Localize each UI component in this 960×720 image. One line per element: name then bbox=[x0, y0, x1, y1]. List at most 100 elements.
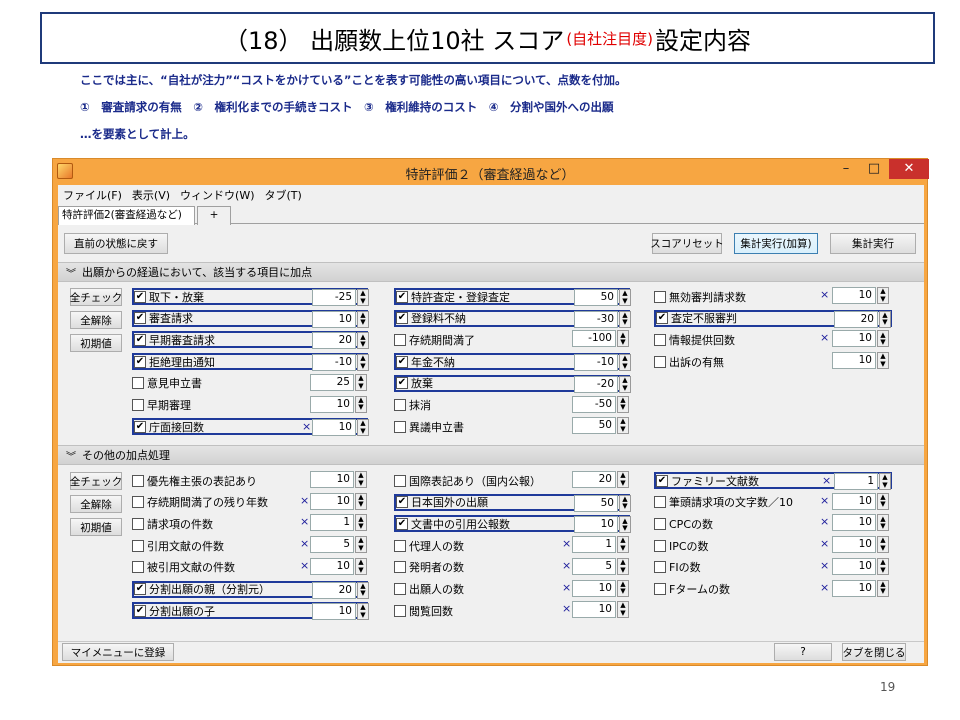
score-value-input[interactable]: 25 bbox=[310, 373, 354, 391]
spin-arrows-icon[interactable]: ▲ ▼ bbox=[617, 330, 629, 348]
item-checkbox[interactable] bbox=[654, 333, 666, 346]
item-checkbox[interactable]: ✔ bbox=[134, 290, 146, 303]
spin-arrows-icon[interactable]: ▲ ▼ bbox=[617, 395, 629, 413]
spin-arrows-icon[interactable]: ▲ ▼ bbox=[877, 579, 889, 597]
score-value-input[interactable]: 5 bbox=[310, 536, 354, 554]
score-reset-button[interactable]: スコアリセット bbox=[650, 233, 724, 254]
item-checkbox[interactable]: ✔ bbox=[656, 312, 668, 325]
item-checkbox[interactable] bbox=[132, 474, 144, 487]
section-other-header[interactable]: ︾ その他の加点処理 bbox=[58, 445, 924, 465]
menu-tab[interactable]: タブ(T) bbox=[260, 187, 307, 203]
score-value-input[interactable]: 20 bbox=[572, 471, 616, 488]
defaults-button[interactable]: 初期値 bbox=[70, 518, 122, 536]
score-value-input[interactable]: -25 bbox=[312, 289, 356, 306]
item-checkbox[interactable] bbox=[654, 539, 666, 552]
score-value-input[interactable]: 10 bbox=[312, 419, 356, 437]
score-value-input[interactable]: -100 bbox=[572, 330, 616, 348]
item-checkbox[interactable]: ✔ bbox=[134, 355, 146, 368]
spin-arrows-icon[interactable]: ▲ ▼ bbox=[357, 354, 369, 372]
score-value-input[interactable]: 10 bbox=[832, 536, 876, 554]
item-checkbox[interactable] bbox=[654, 290, 666, 303]
uncheck-all-button[interactable]: 全解除 bbox=[70, 495, 122, 513]
spin-arrows-icon[interactable]: ▲ ▼ bbox=[617, 601, 629, 619]
restore-previous-button[interactable]: 直前の状態に戻す bbox=[64, 233, 168, 254]
menu-window[interactable]: ウィンドウ(W) bbox=[175, 187, 259, 203]
item-checkbox[interactable] bbox=[394, 604, 406, 617]
spin-arrows-icon[interactable]: ▲ ▼ bbox=[357, 581, 369, 599]
score-value-input[interactable]: -10 bbox=[312, 354, 356, 372]
item-checkbox[interactable] bbox=[132, 399, 144, 411]
spin-arrows-icon[interactable]: ▲ ▼ bbox=[357, 603, 369, 621]
item-checkbox[interactable]: ✔ bbox=[396, 312, 408, 325]
spin-arrows-icon[interactable]: ▲ ▼ bbox=[619, 494, 631, 512]
item-checkbox[interactable] bbox=[394, 333, 406, 346]
score-value-input[interactable]: 10 bbox=[832, 514, 876, 532]
item-checkbox[interactable] bbox=[132, 517, 144, 530]
menu-view[interactable]: 表示(V) bbox=[127, 187, 175, 203]
score-value-input[interactable]: 10 bbox=[310, 471, 354, 488]
score-value-input[interactable]: 10 bbox=[832, 492, 876, 510]
item-checkbox[interactable] bbox=[394, 539, 406, 552]
spin-arrows-icon[interactable]: ▲ ▼ bbox=[877, 536, 889, 554]
spin-arrows-icon[interactable]: ▲ ▼ bbox=[617, 471, 629, 488]
spin-arrows-icon[interactable]: ▲ ▼ bbox=[619, 375, 631, 393]
score-value-input[interactable]: 5 bbox=[572, 557, 616, 575]
add-tab-button[interactable]: + bbox=[197, 206, 231, 225]
score-value-input[interactable]: 50 bbox=[572, 417, 616, 435]
item-checkbox[interactable] bbox=[394, 420, 406, 433]
spin-arrows-icon[interactable]: ▲ ▼ bbox=[877, 352, 889, 370]
spin-arrows-icon[interactable]: ▲ ▼ bbox=[355, 492, 367, 510]
spin-arrows-icon[interactable]: ▲ ▼ bbox=[355, 395, 367, 413]
close-tab-button[interactable]: タブを閉じる bbox=[842, 643, 906, 661]
spin-arrows-icon[interactable]: ▲ ▼ bbox=[619, 354, 631, 372]
item-checkbox[interactable] bbox=[654, 517, 666, 530]
item-checkbox[interactable]: ✔ bbox=[396, 496, 408, 509]
score-value-input[interactable]: -30 bbox=[574, 310, 618, 328]
score-value-input[interactable]: 50 bbox=[574, 494, 618, 512]
spin-arrows-icon[interactable]: ▲ ▼ bbox=[617, 557, 629, 575]
spin-arrows-icon[interactable]: ▲ ▼ bbox=[877, 557, 889, 575]
item-checkbox[interactable]: ✔ bbox=[134, 604, 146, 617]
spin-arrows-icon[interactable]: ▲ ▼ bbox=[877, 514, 889, 532]
score-value-input[interactable]: 10 bbox=[832, 287, 876, 304]
score-value-input[interactable]: 1 bbox=[310, 514, 354, 532]
item-checkbox[interactable]: ✔ bbox=[396, 517, 408, 530]
score-value-input[interactable]: -50 bbox=[572, 395, 616, 413]
spin-arrows-icon[interactable]: ▲ ▼ bbox=[355, 373, 367, 391]
item-checkbox[interactable] bbox=[654, 561, 666, 574]
defaults-button[interactable]: 初期値 bbox=[70, 334, 122, 352]
score-value-input[interactable]: 20 bbox=[312, 581, 356, 599]
collapse-chevron-icon[interactable]: ︾ bbox=[66, 265, 76, 280]
spin-arrows-icon[interactable]: ▲ ▼ bbox=[357, 310, 369, 328]
item-checkbox[interactable] bbox=[654, 496, 666, 509]
item-checkbox[interactable] bbox=[132, 561, 144, 574]
register-mymenu-button[interactable]: マイメニューに登録 bbox=[62, 643, 174, 661]
item-checkbox[interactable] bbox=[394, 561, 406, 574]
window-titlebar[interactable]: 特許評価２（審査経過など） – □ ✕ bbox=[53, 159, 929, 185]
spin-arrows-icon[interactable]: ▲ ▼ bbox=[877, 330, 889, 348]
run-add-button[interactable]: 集計実行(加算) bbox=[734, 233, 818, 254]
score-value-input[interactable]: 1 bbox=[834, 473, 878, 490]
spin-arrows-icon[interactable]: ▲ ▼ bbox=[877, 287, 889, 304]
tab-patent-eval-2[interactable]: 特許評価2(審査経過など) bbox=[58, 206, 195, 225]
spin-arrows-icon[interactable]: ▲ ▼ bbox=[357, 289, 369, 306]
collapse-chevron-icon[interactable]: ︾ bbox=[66, 448, 76, 463]
spin-arrows-icon[interactable]: ▲ ▼ bbox=[617, 579, 629, 597]
score-value-input[interactable]: 10 bbox=[832, 579, 876, 597]
check-all-button[interactable]: 全チェック bbox=[70, 472, 122, 490]
score-value-input[interactable]: 10 bbox=[574, 516, 618, 534]
spin-arrows-icon[interactable]: ▲ ▼ bbox=[617, 417, 629, 435]
item-checkbox[interactable]: ✔ bbox=[134, 333, 146, 346]
spin-arrows-icon[interactable]: ▲ ▼ bbox=[357, 332, 369, 350]
spin-arrows-icon[interactable]: ▲ ▼ bbox=[877, 492, 889, 510]
maximize-button[interactable]: □ bbox=[861, 159, 887, 179]
section-progress-header[interactable]: ︾ 出願からの経過において、該当する項目に加点 bbox=[58, 262, 924, 282]
item-checkbox[interactable]: ✔ bbox=[396, 377, 408, 390]
score-value-input[interactable]: -20 bbox=[574, 375, 618, 393]
score-value-input[interactable]: 50 bbox=[574, 289, 618, 306]
minimize-button[interactable]: – bbox=[833, 159, 859, 179]
item-checkbox[interactable] bbox=[394, 474, 406, 487]
score-value-input[interactable]: 10 bbox=[572, 579, 616, 597]
spin-arrows-icon[interactable]: ▲ ▼ bbox=[879, 310, 891, 328]
score-value-input[interactable]: -10 bbox=[574, 354, 618, 372]
